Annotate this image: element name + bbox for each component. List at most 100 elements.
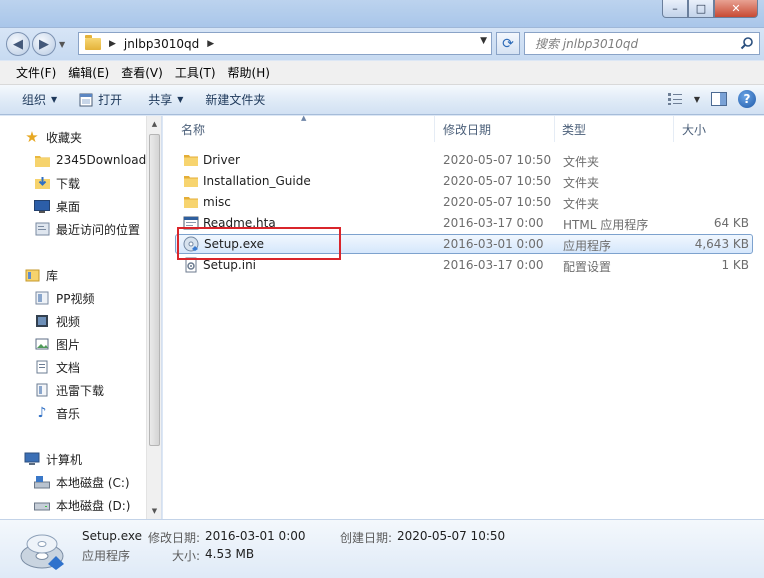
maximize-button[interactable]: □ [688, 0, 714, 18]
nav-label: 图片 [56, 337, 81, 352]
file-row[interactable]: Driver 2020-05-07 10:50 文件夹 [175, 150, 753, 170]
nav-libraries[interactable]: 库 [24, 265, 161, 285]
file-size: 4,643 KB [694, 237, 749, 251]
share-button[interactable]: 共享 ▼ [140, 88, 191, 111]
library-folder-icon [34, 290, 50, 306]
organize-label: 组织 [22, 93, 47, 107]
details-modified-label: 修改日期: [148, 531, 201, 545]
nav-label: 库 [46, 268, 59, 283]
chevron-down-icon: ▼ [177, 95, 184, 104]
new-folder-button[interactable]: 新建文件夹 [197, 88, 273, 111]
nav-label: 2345Downloads [56, 153, 153, 167]
file-name: misc [203, 195, 231, 209]
file-row[interactable]: misc 2020-05-07 10:50 文件夹 [175, 192, 753, 212]
search-box[interactable] [524, 32, 760, 55]
forward-button[interactable]: ▶ [32, 32, 56, 56]
address-bar[interactable]: ▶ jnlbp3010qd ▶ ▼ [78, 32, 492, 55]
nav-item-videos[interactable]: 视频 [34, 311, 161, 331]
nav-item-drive-d[interactable]: 本地磁盘 (D:) [34, 495, 161, 515]
search-input[interactable] [525, 33, 725, 54]
column-header-date[interactable]: 修改日期 [435, 116, 555, 142]
nav-item-drive-c[interactable]: 本地磁盘 (C:) [34, 472, 161, 492]
nav-scrollbar[interactable]: ▲ ▼ [146, 116, 161, 519]
file-name: Installation_Guide [203, 174, 311, 188]
file-date: 2016-03-17 0:00 [443, 216, 544, 230]
address-dropdown-icon[interactable]: ▼ [480, 36, 487, 46]
breadcrumb-chevron-icon[interactable]: ▶ [109, 39, 116, 49]
nav-item-desktop[interactable]: 桌面 [34, 196, 161, 216]
recent-pages-dropdown[interactable]: ▼ [59, 40, 69, 49]
window-controls: – □ ✕ [662, 0, 758, 20]
menu-tools[interactable]: 工具(T) [169, 62, 222, 83]
nav-label: 迅雷下载 [56, 383, 105, 398]
breadcrumb-chevron-icon[interactable]: ▶ [207, 39, 214, 49]
folder-icon [184, 176, 198, 187]
details-filetype: 应用程序 [82, 549, 131, 563]
toolbar-right: ▼ ? [666, 90, 756, 108]
nav-label: PP视频 [56, 291, 95, 306]
refresh-button[interactable]: ⟳ [496, 32, 520, 55]
nav-item-pp-video[interactable]: PP视频 [34, 288, 161, 308]
file-list: 名称 ▲ 修改日期 类型 大小 Driver 2020-05-07 10:50 … [163, 114, 764, 519]
organize-button[interactable]: 组织 ▼ [14, 88, 65, 111]
nav-label: 音乐 [56, 406, 81, 421]
computer-icon [24, 451, 40, 467]
document-icon [34, 359, 50, 375]
navigation-pane: ★ 收藏夹 2345Downloads 下载 桌面 最近访问的位置 库 PP视频… [0, 116, 162, 519]
menu-help[interactable]: 帮助(H) [222, 62, 276, 83]
open-label: 打开 [98, 93, 123, 107]
file-row[interactable]: Installation_Guide 2020-05-07 10:50 文件夹 [175, 171, 753, 191]
desktop-icon [34, 198, 50, 214]
folder-icon [184, 155, 198, 166]
nav-label: 本地磁盘 (C:) [56, 475, 130, 490]
nav-item-2345downloads[interactable]: 2345Downloads [34, 150, 161, 170]
menu-edit[interactable]: 编辑(E) [62, 62, 115, 83]
search-icon[interactable] [740, 36, 754, 50]
nav-item-downloads[interactable]: 下载 [34, 173, 161, 193]
help-icon[interactable]: ? [738, 90, 756, 108]
minimize-button[interactable]: – [662, 0, 688, 18]
breadcrumb-current[interactable]: jnlbp3010qd [124, 37, 199, 51]
scroll-down-icon[interactable]: ▼ [147, 503, 161, 519]
scrollbar-thumb[interactable] [149, 134, 160, 446]
column-header-type[interactable]: 类型 [555, 116, 674, 142]
highlight-annotation-box [177, 227, 341, 260]
view-options-icon[interactable] [666, 91, 684, 107]
nav-label: 下载 [56, 176, 81, 191]
details-modified-value: 2016-03-01 0:00 [205, 529, 306, 543]
open-button[interactable]: 打开 [71, 88, 130, 111]
nav-item-documents[interactable]: 文档 [34, 357, 161, 377]
sort-ascending-icon: ▲ [301, 114, 307, 122]
view-dropdown-icon[interactable]: ▼ [694, 95, 700, 104]
close-button[interactable]: ✕ [714, 0, 758, 18]
downloads-folder-icon [34, 175, 50, 191]
file-date: 2016-03-17 0:00 [443, 258, 544, 272]
nav-item-thunder-downloads[interactable]: 迅雷下载 [34, 380, 161, 400]
column-label: 名称 [181, 122, 206, 137]
file-size: 1 KB [721, 258, 749, 272]
preview-pane-icon[interactable] [710, 91, 728, 107]
forward-arrow-icon: ▶ [39, 36, 49, 52]
nav-item-pictures[interactable]: 图片 [34, 334, 161, 354]
column-label: 类型 [562, 122, 587, 137]
nav-favorites[interactable]: ★ 收藏夹 [24, 127, 161, 147]
file-date: 2020-05-07 10:50 [443, 195, 552, 209]
back-button[interactable]: ◀ [6, 32, 30, 56]
column-header-name[interactable]: 名称 ▲ [163, 114, 435, 142]
menu-view[interactable]: 查看(V) [115, 62, 169, 83]
file-date: 2020-05-07 10:50 [443, 174, 552, 188]
scroll-up-icon[interactable]: ▲ [147, 116, 161, 132]
folder-icon [34, 152, 50, 168]
library-icon [24, 267, 40, 283]
nav-item-music[interactable]: ♪ 音乐 [34, 403, 161, 423]
column-header-size[interactable]: 大小 [674, 116, 764, 142]
details-pane: Setup.exe 应用程序 修改日期: 2016-03-01 0:00 大小:… [0, 519, 764, 578]
nav-computer[interactable]: 计算机 [24, 449, 161, 469]
chevron-down-icon: ▼ [51, 95, 58, 104]
title-bar: – □ ✕ [0, 0, 764, 28]
nav-item-recent-places[interactable]: 最近访问的位置 [34, 219, 161, 239]
menu-file[interactable]: 文件(F) [10, 62, 62, 83]
address-row: ◀ ▶ ▼ ▶ jnlbp3010qd ▶ ▼ ⟳ [0, 28, 764, 60]
share-label: 共享 [148, 93, 173, 107]
file-name: Setup.ini [203, 258, 257, 272]
